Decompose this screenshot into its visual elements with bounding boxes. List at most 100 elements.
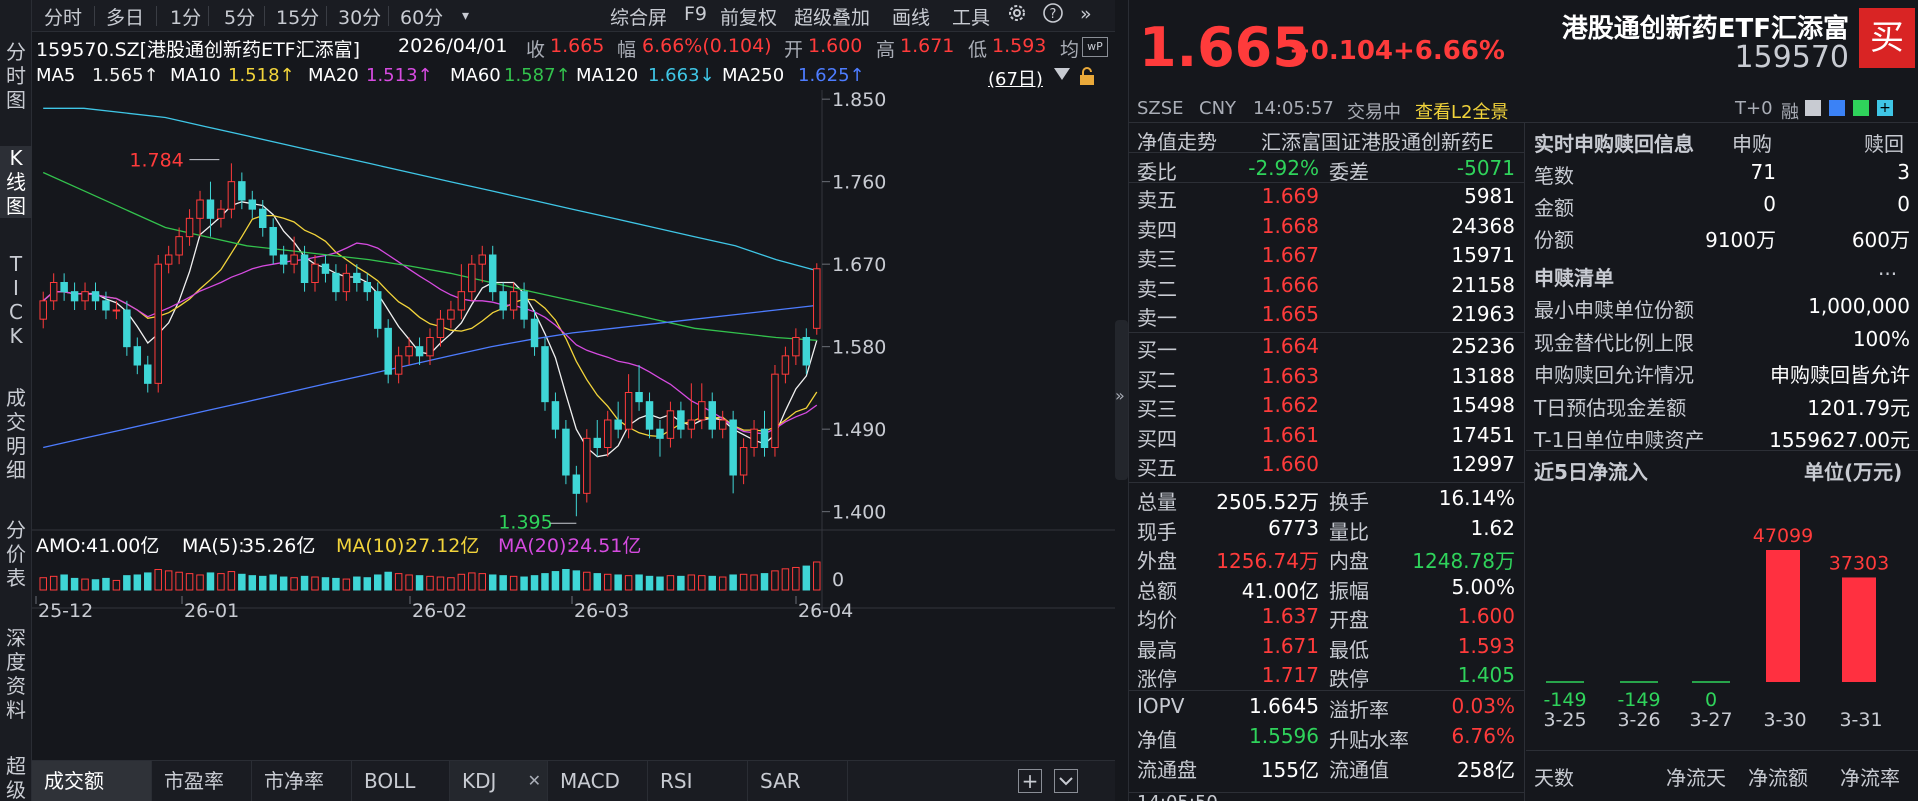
list-more-icon[interactable]: ··· — [1878, 262, 1897, 286]
view-l2-link[interactable]: 查看L2全景 — [1415, 98, 1508, 124]
subscribe-col-redeem: 赎回 — [1864, 132, 1904, 156]
volume-bar — [175, 571, 183, 591]
vtab-super[interactable]: 超级 — [0, 754, 32, 801]
volume-bar — [123, 575, 131, 591]
trading-status: 交易中 — [1347, 102, 1401, 123]
bid-price[interactable]: 1.660 — [1189, 452, 1319, 476]
overlay-button[interactable]: 超级叠加 — [794, 3, 870, 30]
fund-stat-label: 流通盘 — [1137, 758, 1197, 782]
candle-body — [551, 401, 560, 430]
tab-macd[interactable]: MACD — [548, 761, 648, 801]
lock-icon[interactable] — [1078, 66, 1096, 91]
amo-ma5-label: MA(5): — [182, 535, 245, 557]
days-dropdown-icon[interactable] — [1054, 68, 1070, 80]
bid-price[interactable]: 1.661 — [1189, 423, 1319, 447]
list-row-value: 申购赎回皆允许 — [1770, 363, 1910, 387]
vtab-kline[interactable]: K线图 — [0, 146, 32, 218]
ask-volume: 5981 — [1464, 184, 1515, 208]
volume-bar — [426, 575, 434, 591]
tab-kdj[interactable]: KDJ ✕ — [450, 761, 548, 801]
small-gray-icon[interactable] — [1805, 100, 1821, 116]
draw-button[interactable]: 画线 — [892, 3, 930, 30]
period-intraday[interactable]: 分时 — [44, 3, 82, 30]
volume-bar — [279, 576, 288, 591]
combo-screen-button[interactable]: 综合屏 — [610, 3, 667, 30]
list-row-value: 1559627.00元 — [1769, 428, 1910, 452]
tab-turnover[interactable]: 成交额 — [32, 761, 152, 801]
ask-price[interactable]: 1.667 — [1189, 243, 1319, 267]
ask-price[interactable]: 1.666 — [1189, 273, 1319, 297]
tools-button[interactable]: 工具 — [952, 3, 990, 30]
volume-bar — [342, 578, 351, 591]
bid-price[interactable]: 1.664 — [1189, 334, 1319, 358]
volume-bar — [614, 574, 622, 591]
add-indicator-icon[interactable]: + — [1018, 769, 1042, 793]
period-15min[interactable]: 15分 — [276, 3, 319, 30]
period-60min[interactable]: 60分 — [400, 3, 443, 30]
stat-value: 1.593 — [1457, 633, 1515, 658]
list-title: 申赎清单 — [1534, 266, 1614, 290]
tab-rsi[interactable]: RSI — [648, 761, 748, 801]
volume-zero-label: 0 — [832, 569, 844, 591]
ask-price[interactable]: 1.669 — [1189, 184, 1319, 208]
vtab-depth-info[interactable]: 深度资料 — [0, 626, 32, 722]
f9-button[interactable]: F9 — [684, 3, 707, 25]
help-icon[interactable]: ? — [1042, 2, 1064, 29]
panel-splitter-handle[interactable]: » — [1115, 320, 1128, 480]
edit-icon[interactable] — [1829, 100, 1845, 116]
period-30min[interactable]: 30分 — [338, 3, 381, 30]
kline-chart[interactable]: 1.850 1.760 1.670 1.580 1.490 1.400 1.784 1.39… — [32, 90, 1115, 760]
weight-toggle-icon[interactable]: wP — [1082, 37, 1108, 57]
candle-body — [666, 410, 675, 439]
candle-body — [175, 236, 183, 256]
nav-trend-label[interactable]: 净值走势 — [1137, 126, 1217, 155]
period-multiday[interactable]: 多日 — [106, 3, 144, 30]
list-row-label: T-1日单位申赎资产 — [1534, 428, 1705, 452]
add-small-icon[interactable]: + — [1877, 100, 1893, 116]
volume-bar — [238, 573, 246, 591]
vtab-intraday[interactable]: 分时图 — [0, 40, 32, 112]
period-5min[interactable]: 5分 — [224, 3, 255, 30]
vtab-price-table[interactable]: 分价表 — [0, 518, 32, 590]
inflow-footer-amount: 净流额 — [1748, 766, 1808, 790]
candle-body — [447, 309, 455, 320]
tab-close-icon[interactable]: ✕ — [528, 761, 541, 801]
ask-price[interactable]: 1.665 — [1189, 302, 1319, 326]
vtab-trade-detail[interactable]: 成交明细 — [0, 386, 32, 482]
volume-bar — [739, 573, 748, 591]
sell-small-icon[interactable] — [1853, 100, 1869, 116]
tab-sar[interactable]: SAR — [748, 761, 848, 801]
bid-price[interactable]: 1.663 — [1189, 364, 1319, 388]
fund-stat-value: 0.03% — [1451, 694, 1515, 718]
inflow-footer-days: 天数 — [1534, 766, 1574, 790]
period-1min[interactable]: 1分 — [170, 3, 201, 30]
adjust-button[interactable]: 前复权 — [720, 3, 777, 30]
period-more-dropdown[interactable]: ▾ — [462, 8, 469, 24]
volume-bar — [468, 572, 476, 591]
candle-body — [363, 282, 372, 293]
volume-bar — [217, 573, 225, 591]
candle-body — [227, 181, 236, 210]
tab-pe[interactable]: 市盈率 — [152, 761, 252, 801]
vtab-tick[interactable]: TICK — [0, 252, 32, 348]
candle-body — [415, 346, 424, 357]
stat-value: 1.671 — [1261, 633, 1319, 658]
settings-gear-icon[interactable] — [1006, 2, 1028, 29]
period-days-selector[interactable]: (67日) — [988, 65, 1043, 91]
tab-boll[interactable]: BOLL — [352, 761, 450, 801]
inflow-footer-rate: 净流率 — [1840, 766, 1900, 790]
nav-fund-name[interactable]: 汇添富国证港股通创新药E — [1261, 126, 1494, 155]
tab-pb[interactable]: 市净率 — [252, 761, 352, 801]
inflow-value-label: 37303 — [1829, 552, 1889, 574]
volume-bar — [91, 579, 100, 591]
bid-price[interactable]: 1.662 — [1189, 393, 1319, 417]
chevron-down-icon[interactable] — [1054, 769, 1078, 793]
y-tick-label: 1.490 — [832, 419, 886, 441]
inflow-footer-days-net: 净流天 — [1666, 766, 1726, 790]
volume-bar — [593, 573, 601, 591]
candle-body — [311, 263, 319, 284]
collapse-icon[interactable]: » — [1080, 3, 1092, 25]
quote-info-line: 159570.SZ[港股通创新药ETF汇添富] 2026/04/01 收 1.6… — [32, 32, 1115, 62]
buy-button[interactable]: 买 — [1859, 8, 1915, 68]
ask-price[interactable]: 1.668 — [1189, 214, 1319, 238]
